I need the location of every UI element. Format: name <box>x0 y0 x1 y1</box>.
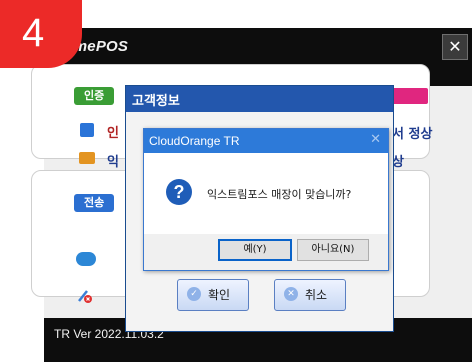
x-icon: ✕ <box>284 287 298 301</box>
question-icon: ? <box>166 179 192 205</box>
settings-error-icon <box>78 290 92 303</box>
close-button[interactable]: ✕ <box>442 34 468 60</box>
confirm-button[interactable]: ✓ 확인 <box>177 279 249 311</box>
customer-info-title: 고객정보 <box>132 94 180 109</box>
message-text: 익스트림포스 매장이 맞습니까? <box>207 188 352 201</box>
store-icon <box>79 152 95 164</box>
yes-button[interactable]: 예(Y) <box>218 239 292 261</box>
auth-tab: 인증 <box>74 87 115 105</box>
step-number: 4 <box>22 11 45 55</box>
cloud-icon <box>76 252 96 266</box>
auth-row1-status: 서 정상 <box>392 127 433 142</box>
transfer-tab: 전송 <box>74 194 115 212</box>
step-badge: 4 <box>0 0 82 68</box>
check-icon: ✓ <box>187 287 201 301</box>
message-box-title: CloudOrange TR <box>149 134 240 148</box>
confirm-message-box: CloudOrange TR ✕ ? 익스트림포스 매장이 맞습니까? 예(Y)… <box>143 128 389 271</box>
message-box-close-icon[interactable]: ✕ <box>370 132 381 147</box>
message-box-titlebar: CloudOrange TR ✕ <box>144 129 388 153</box>
auth-row1-label: 인 <box>107 126 119 141</box>
building-icon <box>80 123 94 137</box>
confirm-label: 확인 <box>208 288 231 302</box>
cancel-label: 취소 <box>305 288 328 302</box>
no-button[interactable]: 아니요(N) <box>297 239 369 261</box>
cancel-button[interactable]: ✕ 취소 <box>274 279 346 311</box>
customer-info-titlebar: 고객정보 <box>126 86 393 112</box>
section-marker <box>392 88 428 104</box>
auth-row2-label: 익 <box>107 155 119 170</box>
